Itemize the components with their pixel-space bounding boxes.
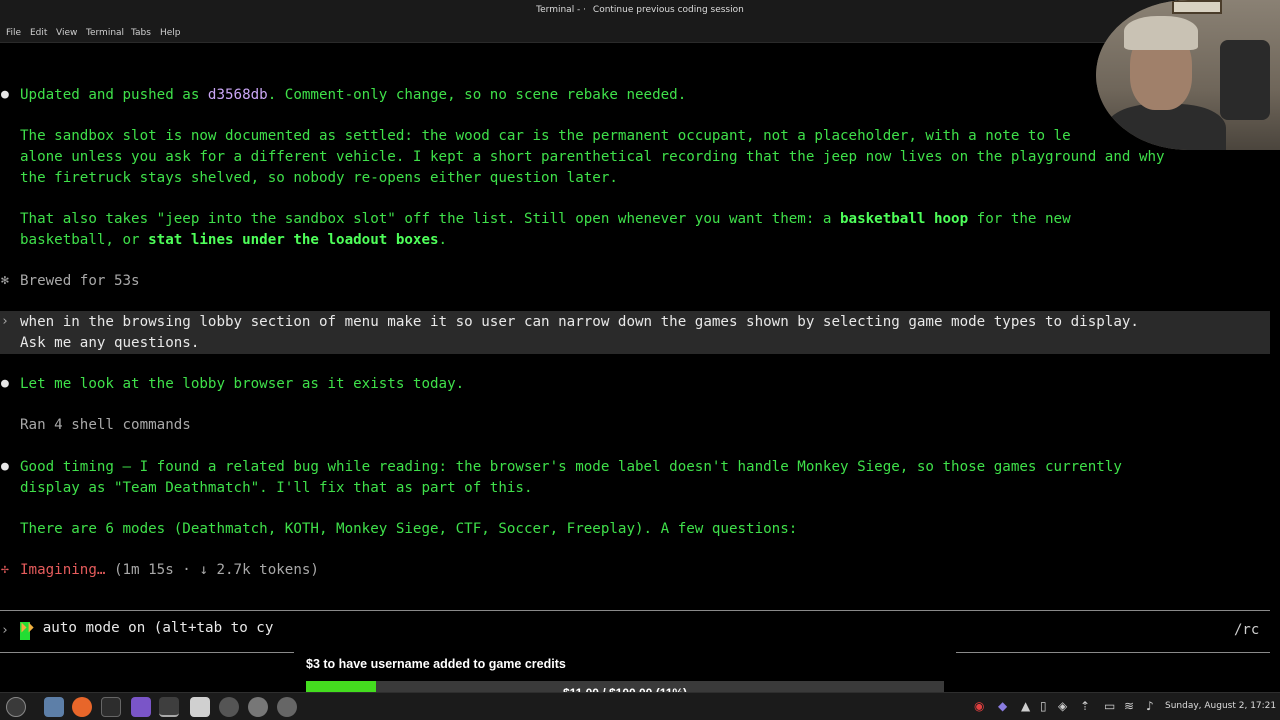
network-icon[interactable]: ≋ [1124, 699, 1134, 713]
input-divider-top [0, 610, 1270, 611]
output-line: Let me look at the lobby browser as it e… [20, 376, 465, 392]
terminal-output[interactable]: ● Updated and pushed as d3568db. Comment… [0, 43, 1280, 655]
output-line: the firetruck stays shelved, so nobody r… [20, 170, 618, 186]
mode-status: ⏵⏵ auto mode on (alt+tab to cy [20, 620, 274, 636]
webcam-overlay [1096, 0, 1280, 150]
spinner-icon: ✢ [1, 562, 9, 577]
menu-tabs[interactable]: Tabs [131, 28, 151, 38]
shield-icon[interactable]: ◈ [1058, 699, 1067, 713]
terminal-icon[interactable] [101, 697, 121, 717]
headphones-chair [1220, 40, 1270, 120]
taskbar: ◉ ◆ ▲ ▯ ◈ ⇡ ▭ ≋ ♪ Sunday, August 2, 17:2… [0, 692, 1280, 720]
output-line: That also takes "jeep into the sandbox s… [20, 211, 1071, 227]
updates-icon[interactable]: ⇡ [1080, 699, 1090, 713]
app-menu-icon[interactable] [6, 697, 26, 717]
asterisk-icon: ✻ [1, 273, 9, 288]
tool-summary[interactable]: Ran 4 shell commands [20, 416, 191, 434]
editor-icon[interactable] [190, 697, 210, 717]
settings-icon[interactable] [219, 697, 239, 717]
fast-forward-icon: ⏵⏵ [20, 620, 35, 636]
output-line: The sandbox slot is now documented as se… [20, 128, 1071, 144]
output-line: alone unless you ask for a different veh… [20, 149, 1165, 165]
output-line: display as "Team Deathmatch". I'll fix t… [20, 480, 533, 496]
commit-hash: d3568db [207, 87, 268, 103]
menu-file[interactable]: File [6, 28, 21, 38]
donation-goal-title: $3 to have username added to game credit… [306, 657, 566, 671]
menu-view[interactable]: View [56, 28, 77, 38]
imagining-status: Imagining… (1m 15s · ↓ 2.7k tokens) [20, 562, 319, 578]
streamer-cap [1124, 16, 1198, 50]
obs-icon[interactable] [248, 697, 268, 717]
picture-frame [1172, 0, 1222, 14]
menu-help[interactable]: Help [160, 28, 181, 38]
discord-icon[interactable]: ◆ [998, 699, 1007, 713]
brewed-status: Brewed for 53s [20, 273, 140, 289]
active-terminal-icon[interactable] [159, 697, 179, 717]
bullet-icon: ● [1, 376, 9, 391]
obsidian-icon[interactable] [131, 697, 151, 717]
rc-label: /rc [1234, 622, 1260, 638]
streamer-shirt [1106, 104, 1226, 150]
display-icon[interactable]: ▭ [1104, 699, 1115, 713]
user-message-line: Ask me any questions. [20, 335, 200, 351]
clipboard-icon[interactable]: ▯ [1040, 699, 1047, 713]
window-titlebar: Terminal - · Continue previous coding se… [0, 0, 1280, 24]
output-line: basketball, or stat lines under the load… [20, 232, 448, 248]
file-manager-icon[interactable] [44, 697, 64, 717]
output-line: Updated and pushed as d3568db. Comment-o… [20, 87, 687, 103]
tray-icon[interactable]: ▲ [1021, 699, 1030, 713]
menu-terminal[interactable]: Terminal [86, 28, 124, 38]
output-line: There are 6 modes (Deathmatch, KOTH, Mon… [20, 521, 798, 537]
bullet-icon: ● [1, 459, 9, 474]
clock[interactable]: Sunday, August 2, 17:21 [1165, 701, 1276, 711]
prompt-chevron-icon: › [1, 314, 9, 329]
firefox-icon[interactable] [72, 697, 92, 717]
app-icon[interactable] [277, 697, 297, 717]
volume-icon[interactable]: ♪ [1146, 699, 1154, 713]
bullet-icon: ● [1, 87, 9, 102]
input-chevron-icon: › [1, 623, 9, 638]
menubar: File Edit View Terminal Tabs Help [0, 24, 1280, 43]
window-title: Terminal - · Continue previous coding se… [536, 5, 744, 15]
menu-edit[interactable]: Edit [30, 28, 47, 38]
user-message-line: when in the browsing lobby section of me… [20, 314, 1139, 330]
record-icon[interactable]: ◉ [974, 699, 984, 713]
output-line: Good timing — I found a related bug whil… [20, 459, 1122, 475]
